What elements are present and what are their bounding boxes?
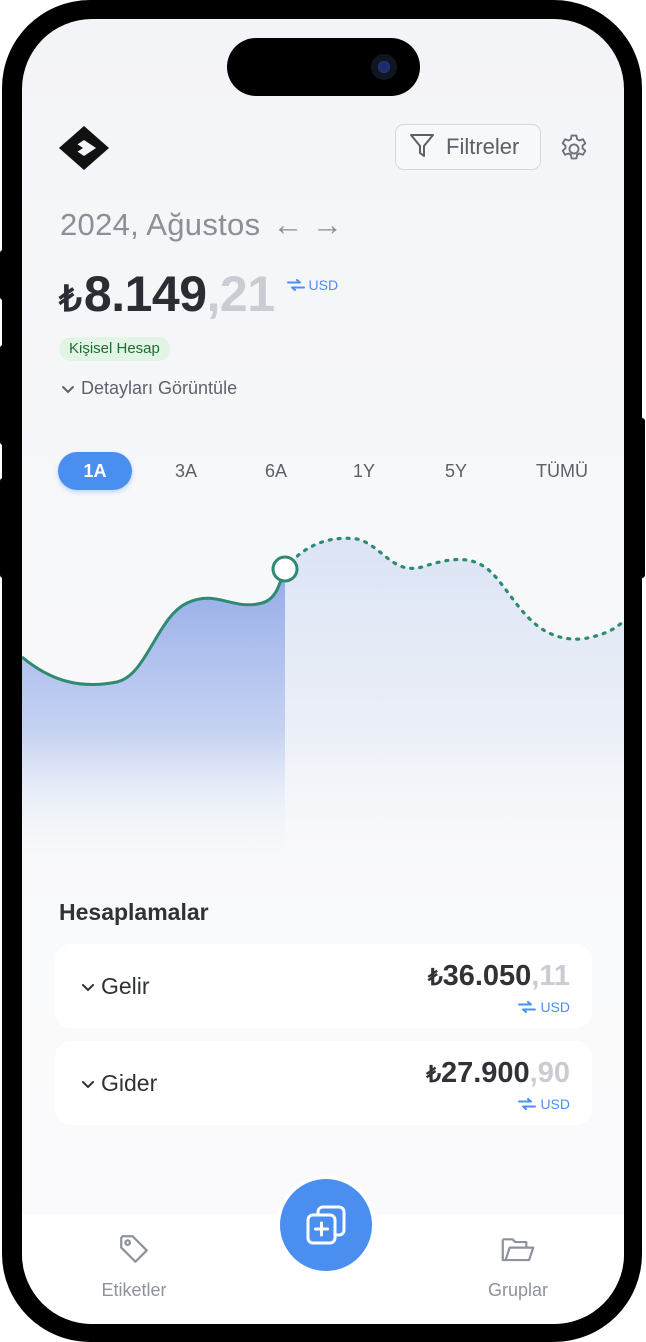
expense-integer: 27.900 (440, 1057, 530, 1089)
dynamic-island (227, 38, 420, 96)
calculations-title: Hesaplamalar (59, 899, 209, 925)
income-convert-label: USD (540, 999, 570, 1015)
add-transaction-icon (306, 1205, 346, 1245)
expense-label: Gider (101, 1070, 158, 1096)
balance-decimal: ,21 (206, 266, 276, 322)
balance-amount: ₺ 8.149 ,21 USD (59, 265, 338, 323)
expense-toggle[interactable]: Gider (81, 1070, 157, 1097)
chevron-down-icon (62, 385, 74, 393)
balance-convert-label: USD (308, 277, 339, 293)
exchange-icon (286, 279, 305, 291)
add-transaction-button[interactable] (280, 1179, 372, 1271)
range-tab-6a[interactable]: 6A (248, 452, 304, 490)
expense-currency-convert-link[interactable]: USD (518, 1096, 570, 1112)
period-label: 2024, Ağustos (60, 207, 261, 242)
balance-integer: 8.149 (83, 266, 207, 322)
camera-icon (371, 54, 397, 80)
balance-trend-chart (22, 536, 624, 867)
filter-label: Filtreler (446, 134, 520, 159)
tab-tags-label: Etiketler (101, 1280, 167, 1300)
exchange-icon (518, 1001, 537, 1013)
chart-future-area (285, 538, 624, 867)
income-toggle[interactable]: Gelir (81, 973, 150, 1000)
filter-icon (408, 131, 436, 164)
expense-currency-symbol: ₺ (426, 1061, 441, 1087)
chart-current-point[interactable] (271, 555, 299, 583)
range-tab-1a[interactable]: 1A (58, 452, 132, 490)
filter-button[interactable]: Filtreler (395, 124, 541, 170)
exchange-icon (518, 1098, 537, 1110)
tab-groups[interactable]: Gruplar (468, 1232, 568, 1301)
range-tab-1y[interactable]: 1Y (336, 452, 392, 490)
previous-period-arrow-icon[interactable]: ← (272, 207, 303, 243)
income-currency-convert-link[interactable]: USD (518, 999, 570, 1015)
range-tab-tumu[interactable]: TÜMÜ (526, 452, 598, 490)
side-button-left-3 (0, 478, 6, 578)
income-card[interactable]: Gelir ₺ 36.050 ,11 USD (55, 944, 592, 1028)
expense-convert-label: USD (540, 1096, 570, 1112)
side-button-right (638, 418, 645, 578)
balance-currency-symbol: ₺ (59, 278, 82, 319)
account-type-badge: Kişisel Hesap (59, 337, 170, 361)
expense-decimal: ,90 (529, 1057, 570, 1089)
time-range-tabs: 1A 3A 6A 1Y 5Y TÜMÜ (58, 452, 598, 490)
income-integer: 36.050 (442, 960, 532, 992)
income-label: Gelir (101, 973, 150, 999)
side-button-left-2 (0, 345, 6, 445)
details-toggle[interactable]: Detayları Görüntüle (61, 378, 237, 399)
income-amount: ₺ 36.050 ,11 (428, 960, 570, 993)
income-decimal: ,11 (531, 960, 570, 992)
period-selector: 2024, Ağustos ← → (60, 207, 343, 243)
settings-gear-icon[interactable] (557, 132, 591, 166)
expense-card[interactable]: Gider ₺ 27.900 ,90 USD (55, 1041, 592, 1125)
app-screen: Filtreler 2024, Ağustos ← → ₺ 8.149 ,21 … (22, 19, 624, 1324)
range-tab-5y[interactable]: 5Y (428, 452, 484, 490)
tab-groups-label: Gruplar (487, 1280, 549, 1300)
tab-tags[interactable]: Etiketler (82, 1232, 186, 1301)
next-period-arrow-icon[interactable]: → (312, 207, 343, 243)
chevron-down-icon (82, 983, 94, 991)
app-logo-icon (59, 126, 109, 170)
side-button-left-1 (0, 250, 6, 300)
folder-icon (501, 1238, 535, 1262)
chart-past-area (22, 569, 285, 867)
expense-amount: ₺ 27.900 ,90 (426, 1057, 570, 1090)
balance-currency-convert-link[interactable]: USD (286, 277, 339, 293)
range-tab-3a[interactable]: 3A (158, 452, 214, 490)
details-toggle-label: Detayları Görüntüle (81, 378, 238, 398)
tag-icon (120, 1235, 148, 1263)
chevron-down-icon (82, 1080, 94, 1088)
income-currency-symbol: ₺ (427, 964, 443, 990)
